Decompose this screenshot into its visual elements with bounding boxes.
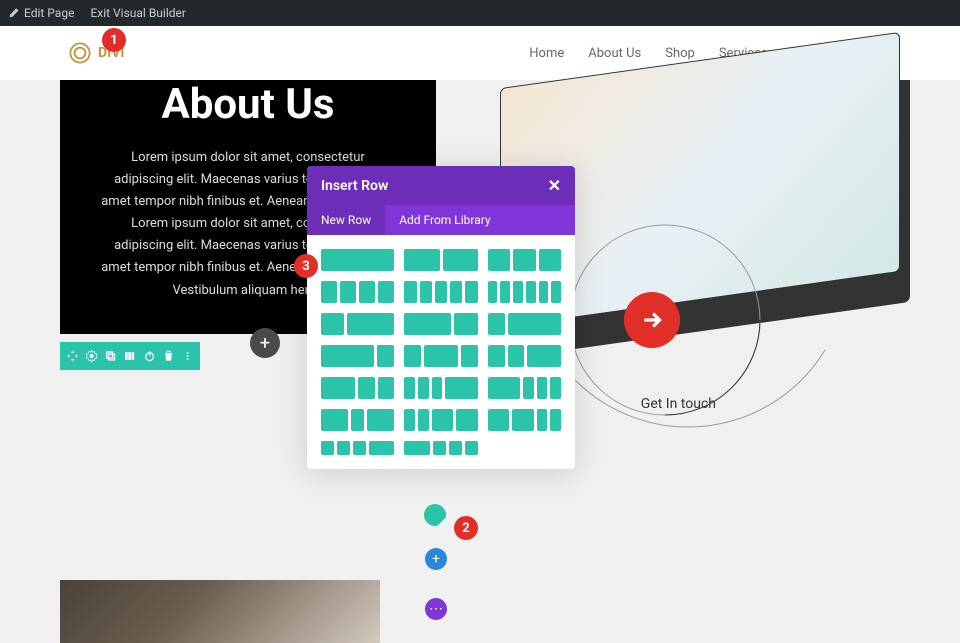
modal-title: Insert Row (321, 178, 388, 194)
add-row-button[interactable] (424, 504, 446, 526)
logo-icon (68, 41, 92, 65)
annotation-badge-1: 1 (102, 28, 126, 52)
layout-mix3[interactable] (488, 409, 561, 431)
edit-page-label: Edit Page (24, 6, 74, 20)
layout-3-1[interactable] (321, 345, 394, 367)
layout-2-1-1[interactable] (321, 377, 394, 399)
arrow-right-icon (639, 307, 665, 333)
cta-arrow-button[interactable] (624, 292, 680, 348)
layout-narrow1[interactable] (321, 441, 394, 455)
edit-page-link[interactable]: Edit Page (8, 6, 74, 20)
modal-tabs: New Row Add From Library (307, 205, 575, 235)
layout-1-2-1[interactable] (404, 345, 477, 367)
move-icon[interactable] (66, 349, 79, 363)
tab-new-row[interactable]: New Row (307, 205, 385, 235)
exit-builder-link[interactable]: Exit Visual Builder (90, 6, 186, 20)
insert-row-modal: Insert Row ✕ New Row Add From Library (307, 166, 575, 469)
layout-mix1[interactable] (321, 409, 394, 431)
content-image (60, 580, 380, 643)
power-icon[interactable] (143, 349, 156, 363)
layout-1col[interactable] (321, 249, 394, 271)
tab-add-library[interactable]: Add From Library (385, 205, 504, 235)
arc-decoration (545, 210, 885, 510)
nav-home[interactable]: Home (529, 46, 564, 61)
more-icon[interactable] (181, 349, 194, 363)
admin-bar: Edit Page Exit Visual Builder (0, 0, 960, 26)
gear-icon[interactable] (85, 349, 98, 363)
layout-5col[interactable] (404, 281, 477, 303)
layout-narrow2[interactable] (404, 441, 477, 455)
layout-4col[interactable] (321, 281, 394, 303)
add-section-button[interactable]: + (425, 548, 447, 570)
section-menu-button[interactable]: ⋯ (425, 598, 447, 620)
nav-about[interactable]: About Us (588, 46, 641, 61)
nav-shop[interactable]: Shop (665, 46, 695, 61)
modal-header: Insert Row ✕ (307, 166, 575, 205)
row-toolbar (60, 342, 200, 370)
layout-1-2[interactable] (321, 313, 394, 335)
columns-icon[interactable] (123, 349, 136, 363)
layout-6col[interactable] (488, 281, 561, 303)
page-title: About Us (100, 80, 396, 129)
pencil-icon (8, 7, 20, 19)
close-icon[interactable]: ✕ (548, 176, 561, 195)
annotation-badge-2: 2 (454, 516, 478, 540)
layout-3s-1[interactable] (488, 377, 561, 399)
annotation-badge-3: 3 (294, 254, 318, 278)
layout-2-1[interactable] (404, 313, 477, 335)
layout-1-1-2[interactable] (488, 345, 561, 367)
trash-icon[interactable] (162, 349, 175, 363)
layout-2col[interactable] (404, 249, 477, 271)
layout-3col[interactable] (488, 249, 561, 271)
layout-1-3[interactable] (488, 313, 561, 335)
layout-mix2[interactable] (404, 409, 477, 431)
layout-1-3s[interactable] (404, 377, 477, 399)
exit-builder-label: Exit Visual Builder (90, 6, 186, 20)
duplicate-icon[interactable] (104, 349, 117, 363)
add-module-button[interactable]: + (250, 328, 280, 358)
layout-grid (307, 235, 575, 469)
